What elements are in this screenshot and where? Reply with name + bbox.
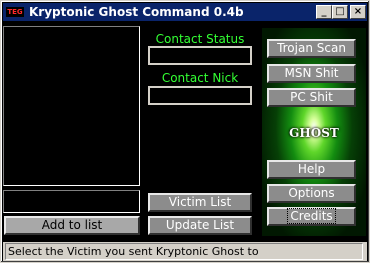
title-bar[interactable]: TEG Kryptonic Ghost Command 0.4b _ □ × [3, 3, 367, 21]
close-button[interactable]: × [350, 5, 366, 19]
contact-status-label: Contact Status [155, 32, 245, 46]
trojan-scan-button[interactable]: Trojan Scan [267, 39, 356, 58]
app-logo-icon: TEG [6, 7, 24, 17]
add-to-list-button[interactable]: Add to list [4, 216, 140, 235]
status-text: Select the Victim you sent Kryptonic Gho… [5, 243, 363, 260]
victim-listbox[interactable] [3, 26, 140, 186]
options-button[interactable]: Options [267, 184, 356, 203]
update-list-button[interactable]: Update List [148, 216, 252, 235]
ghost-logo-text: GHOST [289, 126, 339, 140]
maximize-button[interactable]: □ [332, 5, 348, 19]
contact-nick-label: Contact Nick [161, 71, 239, 85]
minimize-button[interactable]: _ [316, 5, 332, 19]
victim-input[interactable] [3, 190, 140, 213]
victim-list-button[interactable]: Victim List [148, 193, 252, 212]
main-window: TEG Kryptonic Ghost Command 0.4b _ □ × A… [0, 0, 370, 263]
window-title: Kryptonic Ghost Command 0.4b [29, 5, 244, 19]
ghost-logo-panel: GHOST [262, 28, 366, 236]
credits-button-label: Credits [287, 208, 336, 224]
credits-button[interactable]: Credits [267, 207, 356, 226]
help-button[interactable]: Help [267, 160, 356, 179]
contact-status-field[interactable] [148, 46, 252, 65]
contact-nick-field[interactable] [148, 86, 252, 105]
status-bar: Select the Victim you sent Kryptonic Gho… [3, 242, 367, 261]
msn-button[interactable]: MSN Shit [267, 64, 356, 83]
pc-button[interactable]: PC Shit [267, 88, 356, 107]
